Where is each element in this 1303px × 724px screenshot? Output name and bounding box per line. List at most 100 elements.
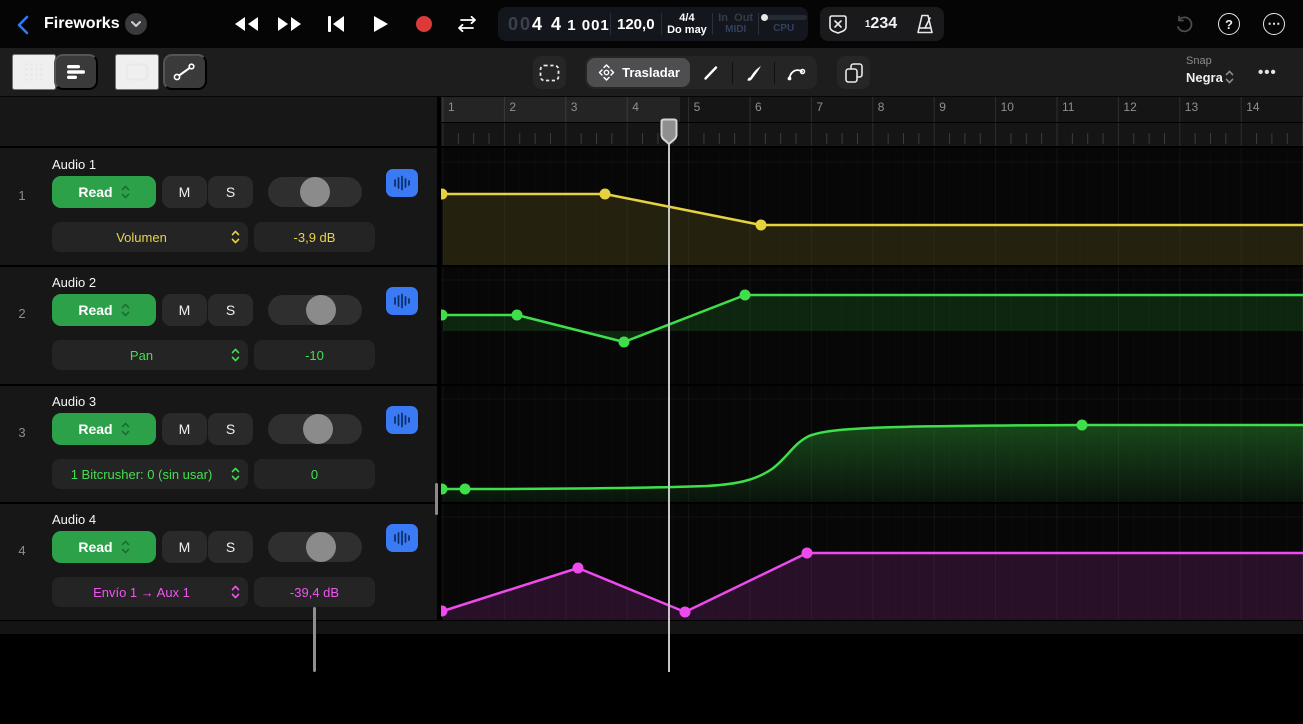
volume-knob[interactable] xyxy=(303,414,333,444)
row-divider xyxy=(0,146,1303,148)
move-tool-button[interactable]: Trasladar xyxy=(587,58,691,87)
automation-node[interactable] xyxy=(1076,419,1088,431)
key-commands-button[interactable] xyxy=(828,14,848,34)
pencil-tool-button[interactable] xyxy=(690,56,732,89)
track-panel-scrollbar[interactable] xyxy=(435,483,438,515)
automation-value-field[interactable]: 0 xyxy=(254,459,375,489)
track-header-audio-1[interactable]: 1 Audio 1 Read M S Volumen -3,9 dB xyxy=(0,148,437,265)
automation-param-selector[interactable]: Pan xyxy=(52,340,248,370)
toolbar-more-button[interactable]: ••• xyxy=(1258,64,1277,81)
forward-button[interactable] xyxy=(272,14,308,34)
marquee-select-button[interactable] xyxy=(533,56,566,89)
timeline-area[interactable]: 123456789101112131415 xyxy=(441,97,1303,634)
record-button[interactable] xyxy=(410,12,438,36)
brush-icon xyxy=(747,65,761,81)
automation-icon xyxy=(173,63,195,81)
waveform-icon xyxy=(394,175,410,191)
go-to-beginning-button[interactable] xyxy=(322,13,350,35)
rewind-icon xyxy=(235,17,258,31)
volume-slider[interactable] xyxy=(268,177,362,207)
volume-slider[interactable] xyxy=(268,532,362,562)
logic-window: Fireworks 004 4 1 001 120,0 4/4 Do may I… xyxy=(0,0,1303,724)
cycle-button[interactable] xyxy=(452,12,482,36)
automation-node[interactable] xyxy=(599,188,611,200)
value-drag-stem[interactable] xyxy=(313,607,316,672)
mute-button[interactable]: M xyxy=(162,531,207,563)
automation-node[interactable] xyxy=(679,606,691,618)
automation-node[interactable] xyxy=(459,483,471,495)
time-signature-value: 4/4 xyxy=(679,12,695,24)
automation-view-button[interactable] xyxy=(163,54,207,90)
automation-param-selector[interactable]: Volumen xyxy=(52,222,248,252)
mute-button[interactable]: M xyxy=(162,413,207,445)
automation-node[interactable] xyxy=(572,562,584,574)
volume-knob[interactable] xyxy=(300,177,330,207)
automation-node[interactable] xyxy=(755,219,767,231)
metronome-button[interactable] xyxy=(914,13,936,35)
count-in-button[interactable]: 1 234 xyxy=(865,15,897,33)
track-icon-button[interactable] xyxy=(386,524,418,552)
snap-control[interactable]: Snap Negra xyxy=(1186,54,1234,85)
volume-knob[interactable] xyxy=(306,532,336,562)
track-header-audio-2[interactable]: 2 Audio 2 Read M S Pan -10 xyxy=(0,266,437,384)
tracks-view-button[interactable] xyxy=(54,54,98,90)
regions-view-button[interactable] xyxy=(115,54,159,90)
marquee-icon xyxy=(539,64,560,81)
automation-value-field[interactable]: -39,4 dB xyxy=(254,577,375,607)
track-icon-button[interactable] xyxy=(386,287,418,315)
automation-mode-button[interactable]: Read xyxy=(52,413,156,445)
automation-param-selector[interactable]: 1 Bitcrusher: 0 (sin usar) xyxy=(52,459,248,489)
bar-ruler[interactable]: 123456789101112131415 xyxy=(441,97,1303,148)
back-button[interactable] xyxy=(12,13,36,37)
volume-slider[interactable] xyxy=(268,414,362,444)
track-name: Audio 4 xyxy=(52,512,97,527)
automation-mode-label: Read xyxy=(78,302,113,318)
automation-mode-button[interactable]: Read xyxy=(52,294,156,326)
automation-param-label: 1 Bitcrusher: 0 (sin usar) xyxy=(70,466,213,482)
chevron-updown-icon xyxy=(1225,69,1234,85)
more-options-button[interactable]: ⋯ xyxy=(1263,13,1285,35)
help-button[interactable]: ? xyxy=(1218,13,1240,35)
mute-button[interactable]: M xyxy=(162,294,207,326)
chevron-down-icon xyxy=(131,21,141,27)
chevron-updown-icon xyxy=(231,466,240,482)
play-button[interactable] xyxy=(366,12,394,36)
playhead-marker[interactable] xyxy=(660,118,678,146)
rewind-button[interactable] xyxy=(228,14,264,34)
automation-value-field[interactable]: -3,9 dB xyxy=(254,222,375,252)
automation-node[interactable] xyxy=(739,289,751,301)
volume-slider[interactable] xyxy=(268,295,362,325)
automation-mode-label: Read xyxy=(78,184,113,200)
track-icon-button[interactable] xyxy=(386,406,418,434)
project-menu-button[interactable] xyxy=(125,13,147,35)
track-icon-button[interactable] xyxy=(386,169,418,197)
track-name: Audio 3 xyxy=(52,394,97,409)
brush-tool-button[interactable] xyxy=(733,56,775,89)
back-chevron-icon xyxy=(17,15,29,35)
solo-button[interactable]: S xyxy=(208,176,253,208)
automation-param-selector[interactable]: Envío 1 → Aux 1 xyxy=(52,577,248,607)
automation-mode-button[interactable]: Read xyxy=(52,176,156,208)
solo-button[interactable]: S xyxy=(208,294,253,326)
track-header-audio-4[interactable]: 4 Audio 4 Read M S Envío 1 → Aux 1 -39,4… xyxy=(0,503,437,621)
automation-value-field[interactable]: -10 xyxy=(254,340,375,370)
lcd-display[interactable]: 004 4 1 001 120,0 4/4 Do may In Out MIDI… xyxy=(498,7,808,41)
metronome-icon xyxy=(916,14,933,34)
track-header-audio-3[interactable]: 3 Audio 3 Read M S 1 Bitcrusher: 0 (sin … xyxy=(0,385,437,502)
automation-mode-button[interactable]: Read xyxy=(52,531,156,563)
automation-node[interactable] xyxy=(511,309,523,321)
mute-button[interactable]: M xyxy=(162,176,207,208)
undo-button[interactable] xyxy=(1172,13,1196,37)
curve-tool-button[interactable] xyxy=(775,56,817,89)
grid-view-button[interactable] xyxy=(12,54,56,90)
ellipsis-glyph: ⋯ xyxy=(1267,16,1281,31)
automation-param-label: Pan xyxy=(129,347,154,363)
playhead-line[interactable] xyxy=(668,138,670,672)
paste-tool-button[interactable] xyxy=(837,56,870,89)
volume-knob[interactable] xyxy=(306,295,336,325)
solo-button[interactable]: S xyxy=(208,531,253,563)
automation-node[interactable] xyxy=(618,336,630,348)
solo-label: S xyxy=(225,302,236,318)
automation-node[interactable] xyxy=(801,547,813,559)
solo-button[interactable]: S xyxy=(208,413,253,445)
